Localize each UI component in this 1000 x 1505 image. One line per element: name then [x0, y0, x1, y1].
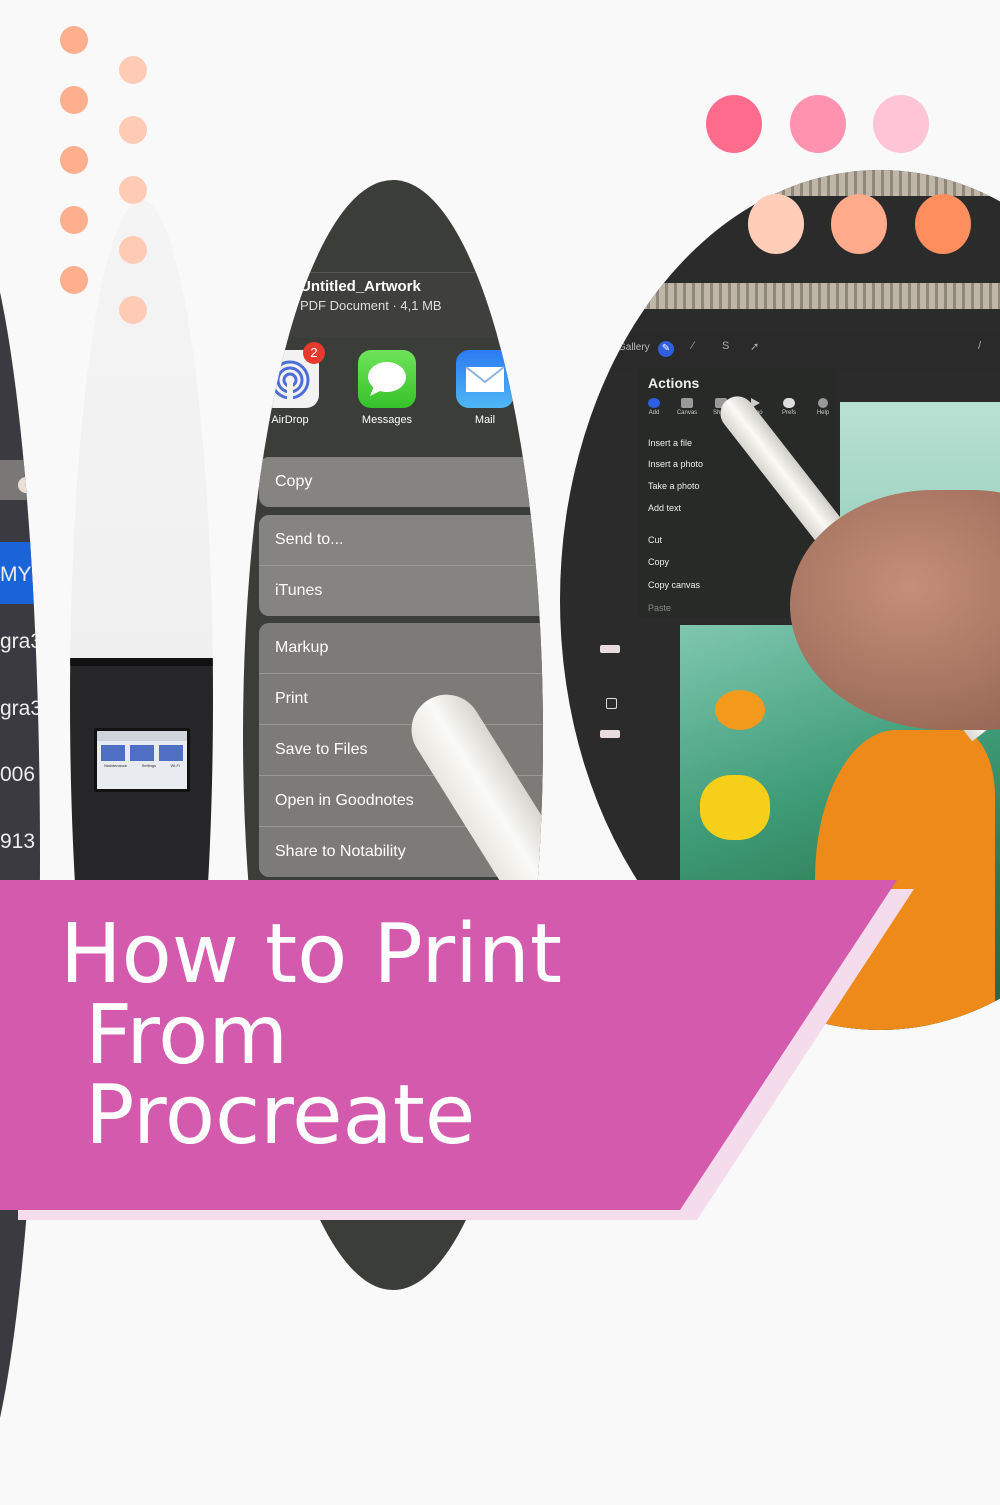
title-line-1: How to Print — [60, 907, 562, 1002]
title-line-3: Procreate — [85, 1068, 476, 1163]
title-line-2: From — [85, 988, 289, 1083]
title-banner — [0, 880, 914, 1220]
